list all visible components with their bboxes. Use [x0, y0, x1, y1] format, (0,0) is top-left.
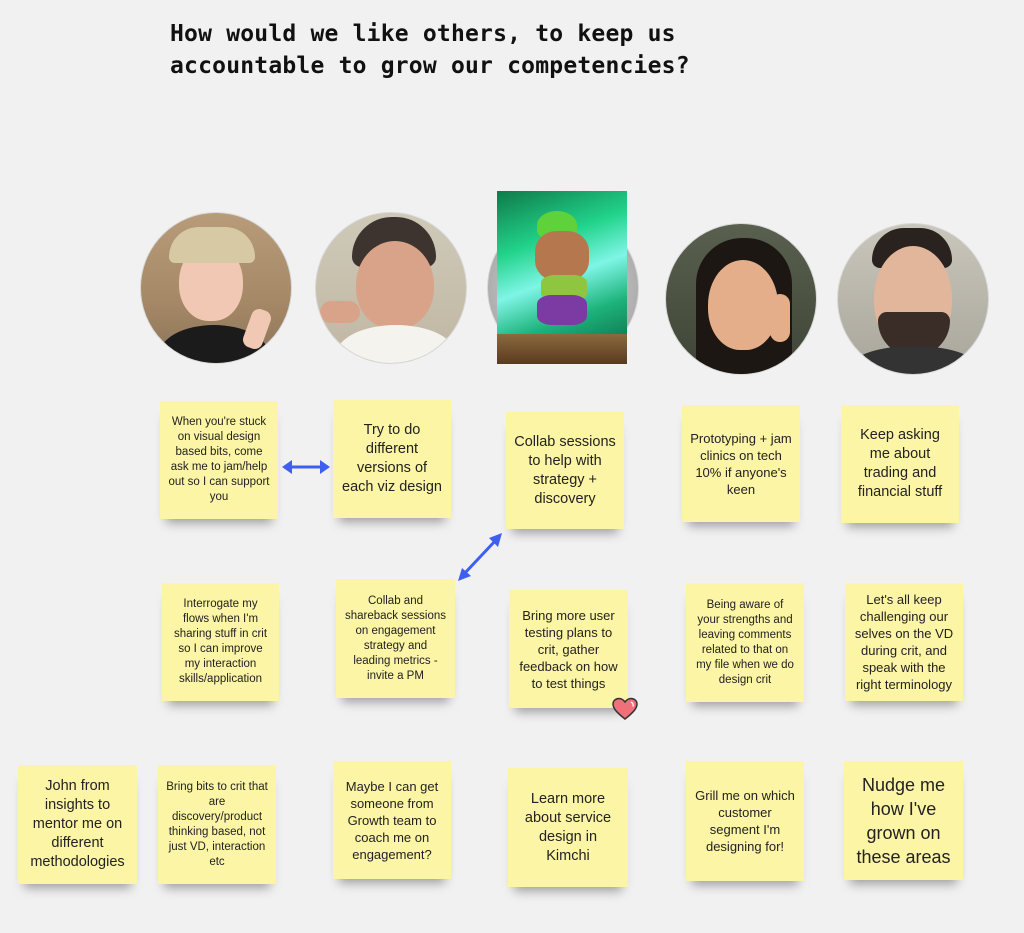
sticky-text: Grill me on which customer segment I'm d… [695, 788, 795, 854]
sticky-note[interactable]: Keep asking me about trading and financi… [841, 405, 959, 523]
sticky-text: Keep asking me about trading and financi… [857, 427, 943, 500]
sticky-text: Collab and shareback sessions on engagem… [345, 594, 446, 682]
sticky-text: Nudge me how I've grown on these areas [856, 774, 951, 867]
diagonal-double-arrow-connector[interactable] [454, 530, 506, 584]
sticky-note[interactable]: Learn more about service design in Kimch… [508, 768, 628, 887]
sticky-note[interactable]: Interrogate my flows when I'm sharing st… [162, 583, 279, 701]
sticky-note[interactable]: Bring bits to crit that are discovery/pr… [158, 765, 276, 884]
sticky-note[interactable]: Let's all keep challenging our selves on… [845, 583, 963, 701]
sticky-text: Collab sessions to help with strategy + … [514, 433, 616, 507]
sticky-text: Let's all keep challenging our selves on… [854, 592, 954, 692]
sticky-text: Try to do different versions of each viz… [342, 422, 442, 495]
sticky-note[interactable]: Grill me on which customer segment I'm d… [686, 761, 804, 881]
sticky-note[interactable]: Being aware of your strengths and leavin… [686, 583, 804, 702]
sticky-note[interactable]: Collab and shareback sessions on engagem… [336, 579, 455, 698]
board-title: How would we like others, to keep us acc… [170, 21, 690, 79]
sticky-note[interactable]: Maybe I can get someone from Growth team… [333, 761, 451, 879]
sticky-note[interactable]: Try to do different versions of each viz… [333, 400, 451, 518]
heart-icon[interactable] [612, 697, 638, 721]
sticky-text: Interrogate my flows when I'm sharing st… [173, 598, 268, 685]
sticky-note[interactable]: Prototyping + jam clinics on tech 10% if… [682, 405, 800, 522]
avatar-2[interactable] [315, 212, 467, 364]
avatar-5[interactable] [837, 223, 989, 375]
sticky-text: When you're stuck on visual design based… [168, 416, 270, 503]
sticky-text: Being aware of your strengths and leavin… [696, 598, 794, 686]
sticky-note[interactable]: When you're stuck on visual design based… [160, 401, 278, 519]
avatar-4[interactable] [665, 223, 817, 375]
avatar-3-poster-image [497, 191, 627, 364]
sticky-text: Learn more about service design in Kimch… [524, 790, 612, 864]
sticky-text: Maybe I can get someone from Growth team… [345, 778, 439, 862]
sticky-note[interactable]: Bring more user testing plans to crit, g… [509, 590, 628, 708]
sticky-text: Bring bits to crit that are discovery/pr… [166, 780, 268, 868]
sticky-note[interactable]: John from insights to mentor me on diffe… [18, 765, 137, 884]
double-arrow-connector[interactable] [280, 456, 332, 478]
sticky-text: John from insights to mentor me on diffe… [30, 778, 125, 870]
sticky-note[interactable]: Collab sessions to help with strategy + … [506, 412, 624, 529]
sticky-note[interactable]: Nudge me how I've grown on these areas [844, 761, 963, 880]
sticky-text: Bring more user testing plans to crit, g… [519, 607, 618, 691]
sticky-text: Prototyping + jam clinics on tech 10% if… [690, 430, 792, 497]
avatar-1[interactable] [140, 212, 292, 364]
